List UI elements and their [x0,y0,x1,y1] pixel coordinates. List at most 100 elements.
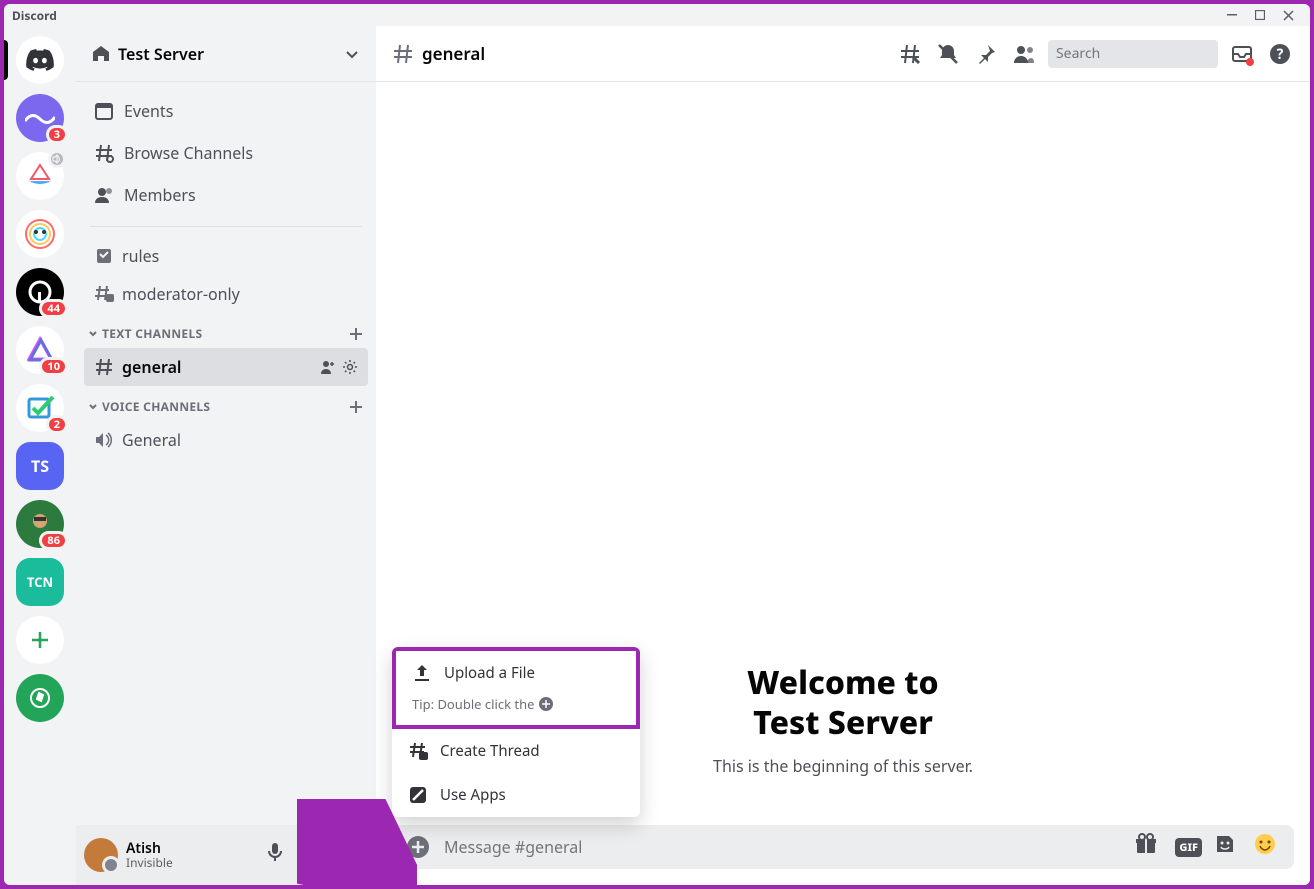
guild-avatar-green[interactable]: 86 [16,500,64,548]
mic-icon[interactable] [264,841,292,869]
window-minimize-button[interactable] [1218,4,1246,26]
thread-icon [408,741,428,761]
add-channel-icon[interactable] [348,399,364,415]
sidebar-item-label: Events [124,100,173,122]
member-list-icon[interactable] [1010,40,1038,68]
user-status: Invisible [126,856,173,869]
browse-icon [94,143,114,163]
attachment-popup: Upload a File Tip: Double click the Crea… [392,647,640,817]
channel-label: general [122,356,181,378]
chevron-down-icon [88,402,98,412]
notification-dot [1246,58,1254,66]
channel-label: moderator-only [122,283,240,305]
window-maximize-button[interactable] [1246,4,1274,26]
server-name: Test Server [118,43,204,65]
speaker-icon [94,430,114,450]
sidebar-item-events[interactable]: Events [84,90,368,132]
badge: 86 [39,531,68,550]
chevron-down-icon [88,329,98,339]
hash-icon [94,357,114,377]
pinned-icon[interactable] [972,40,1000,68]
guild-list: 3 44 10 2 TS [4,26,76,885]
message-input[interactable] [444,836,1123,858]
add-attachment-button[interactable] [404,833,432,861]
guild-sailboat[interactable] [16,152,64,200]
emoji-icon[interactable] [1254,833,1282,861]
home-button[interactable] [16,36,64,84]
guild-p-black[interactable]: 44 [16,268,64,316]
speaker-icon [48,150,66,168]
plus-circle-icon [538,696,554,712]
badge: 44 [39,299,68,318]
guild-tcn[interactable]: TCN [16,558,64,606]
threads-icon[interactable] [896,40,924,68]
apps-icon [408,785,428,805]
badge: 2 [46,415,68,434]
avatar[interactable] [84,838,118,872]
guild-triangle[interactable]: 10 [16,326,64,374]
discord-icon [26,49,54,71]
members-icon [94,185,114,205]
sidebar-item-label: Members [124,184,196,206]
sidebar-item-browse-channels[interactable]: Browse Channels [84,132,368,174]
user-info[interactable]: Atish Invisible [126,841,173,870]
settings-gear-icon[interactable] [340,841,368,869]
notifications-icon[interactable] [934,40,962,68]
channel-label: rules [122,245,159,267]
sidebar-item-members[interactable]: Members [84,174,368,216]
channel-sidebar: Test Server Events Browse Channels Membe… [76,26,376,885]
category-label: VOICE CHANNELS [102,398,210,415]
compass-icon [29,687,51,709]
app-name: Discord [12,7,57,24]
add-channel-icon[interactable] [348,326,364,342]
titlebar: Discord [4,4,1310,26]
gift-icon[interactable] [1135,833,1163,861]
chat-header: general ? [376,26,1310,82]
plus-icon [30,630,50,650]
add-server-button[interactable] [16,616,64,664]
gear-icon[interactable] [342,359,358,375]
chat-area: general ? Welcome toTest Server This is … [376,26,1310,885]
help-icon[interactable]: ? [1266,40,1294,68]
search-box[interactable] [1048,40,1218,68]
guild-rainbow-face[interactable] [16,210,64,258]
create-thread-item[interactable]: Create Thread [392,729,640,773]
category-label: TEXT CHANNELS [102,325,202,342]
use-apps-item[interactable]: Use Apps [392,773,640,817]
channel-general[interactable]: general [84,348,368,386]
channel-rules[interactable]: rules [84,237,368,275]
channel-title: general [422,42,485,65]
divider [90,226,362,227]
inbox-icon[interactable] [1228,40,1256,68]
invite-icon[interactable] [320,359,336,375]
gif-button[interactable]: GIF [1175,838,1202,857]
upload-icon [412,663,432,683]
window-close-button[interactable] [1274,4,1302,26]
text-channels-header[interactable]: TEXT CHANNELS [84,313,368,348]
server-header[interactable]: Test Server [76,26,376,82]
hash-icon [392,43,414,65]
upload-tip: Tip: Double click the [396,695,636,725]
upload-file-item[interactable]: Upload a File [396,651,636,695]
explore-button[interactable] [16,674,64,722]
voice-channels-header[interactable]: VOICE CHANNELS [84,386,368,421]
rules-icon [94,246,114,266]
badge: 10 [39,357,68,376]
chevron-down-icon [344,46,360,62]
svg-text:?: ? [1277,45,1284,64]
message-composer: Upload a File Tip: Double click the Crea… [392,825,1294,869]
channel-general-voice[interactable]: General [84,421,368,459]
welcome-message: Welcome toTest Server This is the beginn… [713,663,973,777]
badge: 3 [46,125,68,144]
home-icon [92,45,110,63]
guild-ts[interactable]: TS [16,442,64,490]
guild-purple-wave[interactable]: 3 [16,94,64,142]
plus-circle-icon [406,835,430,859]
search-input[interactable] [1056,44,1256,63]
guild-check[interactable]: 2 [16,384,64,432]
headphones-icon[interactable] [302,841,330,869]
channel-label: General [122,429,181,451]
channel-moderator-only[interactable]: moderator-only [84,275,368,313]
sticker-icon[interactable] [1214,833,1242,861]
hash-lock-icon [94,284,114,304]
